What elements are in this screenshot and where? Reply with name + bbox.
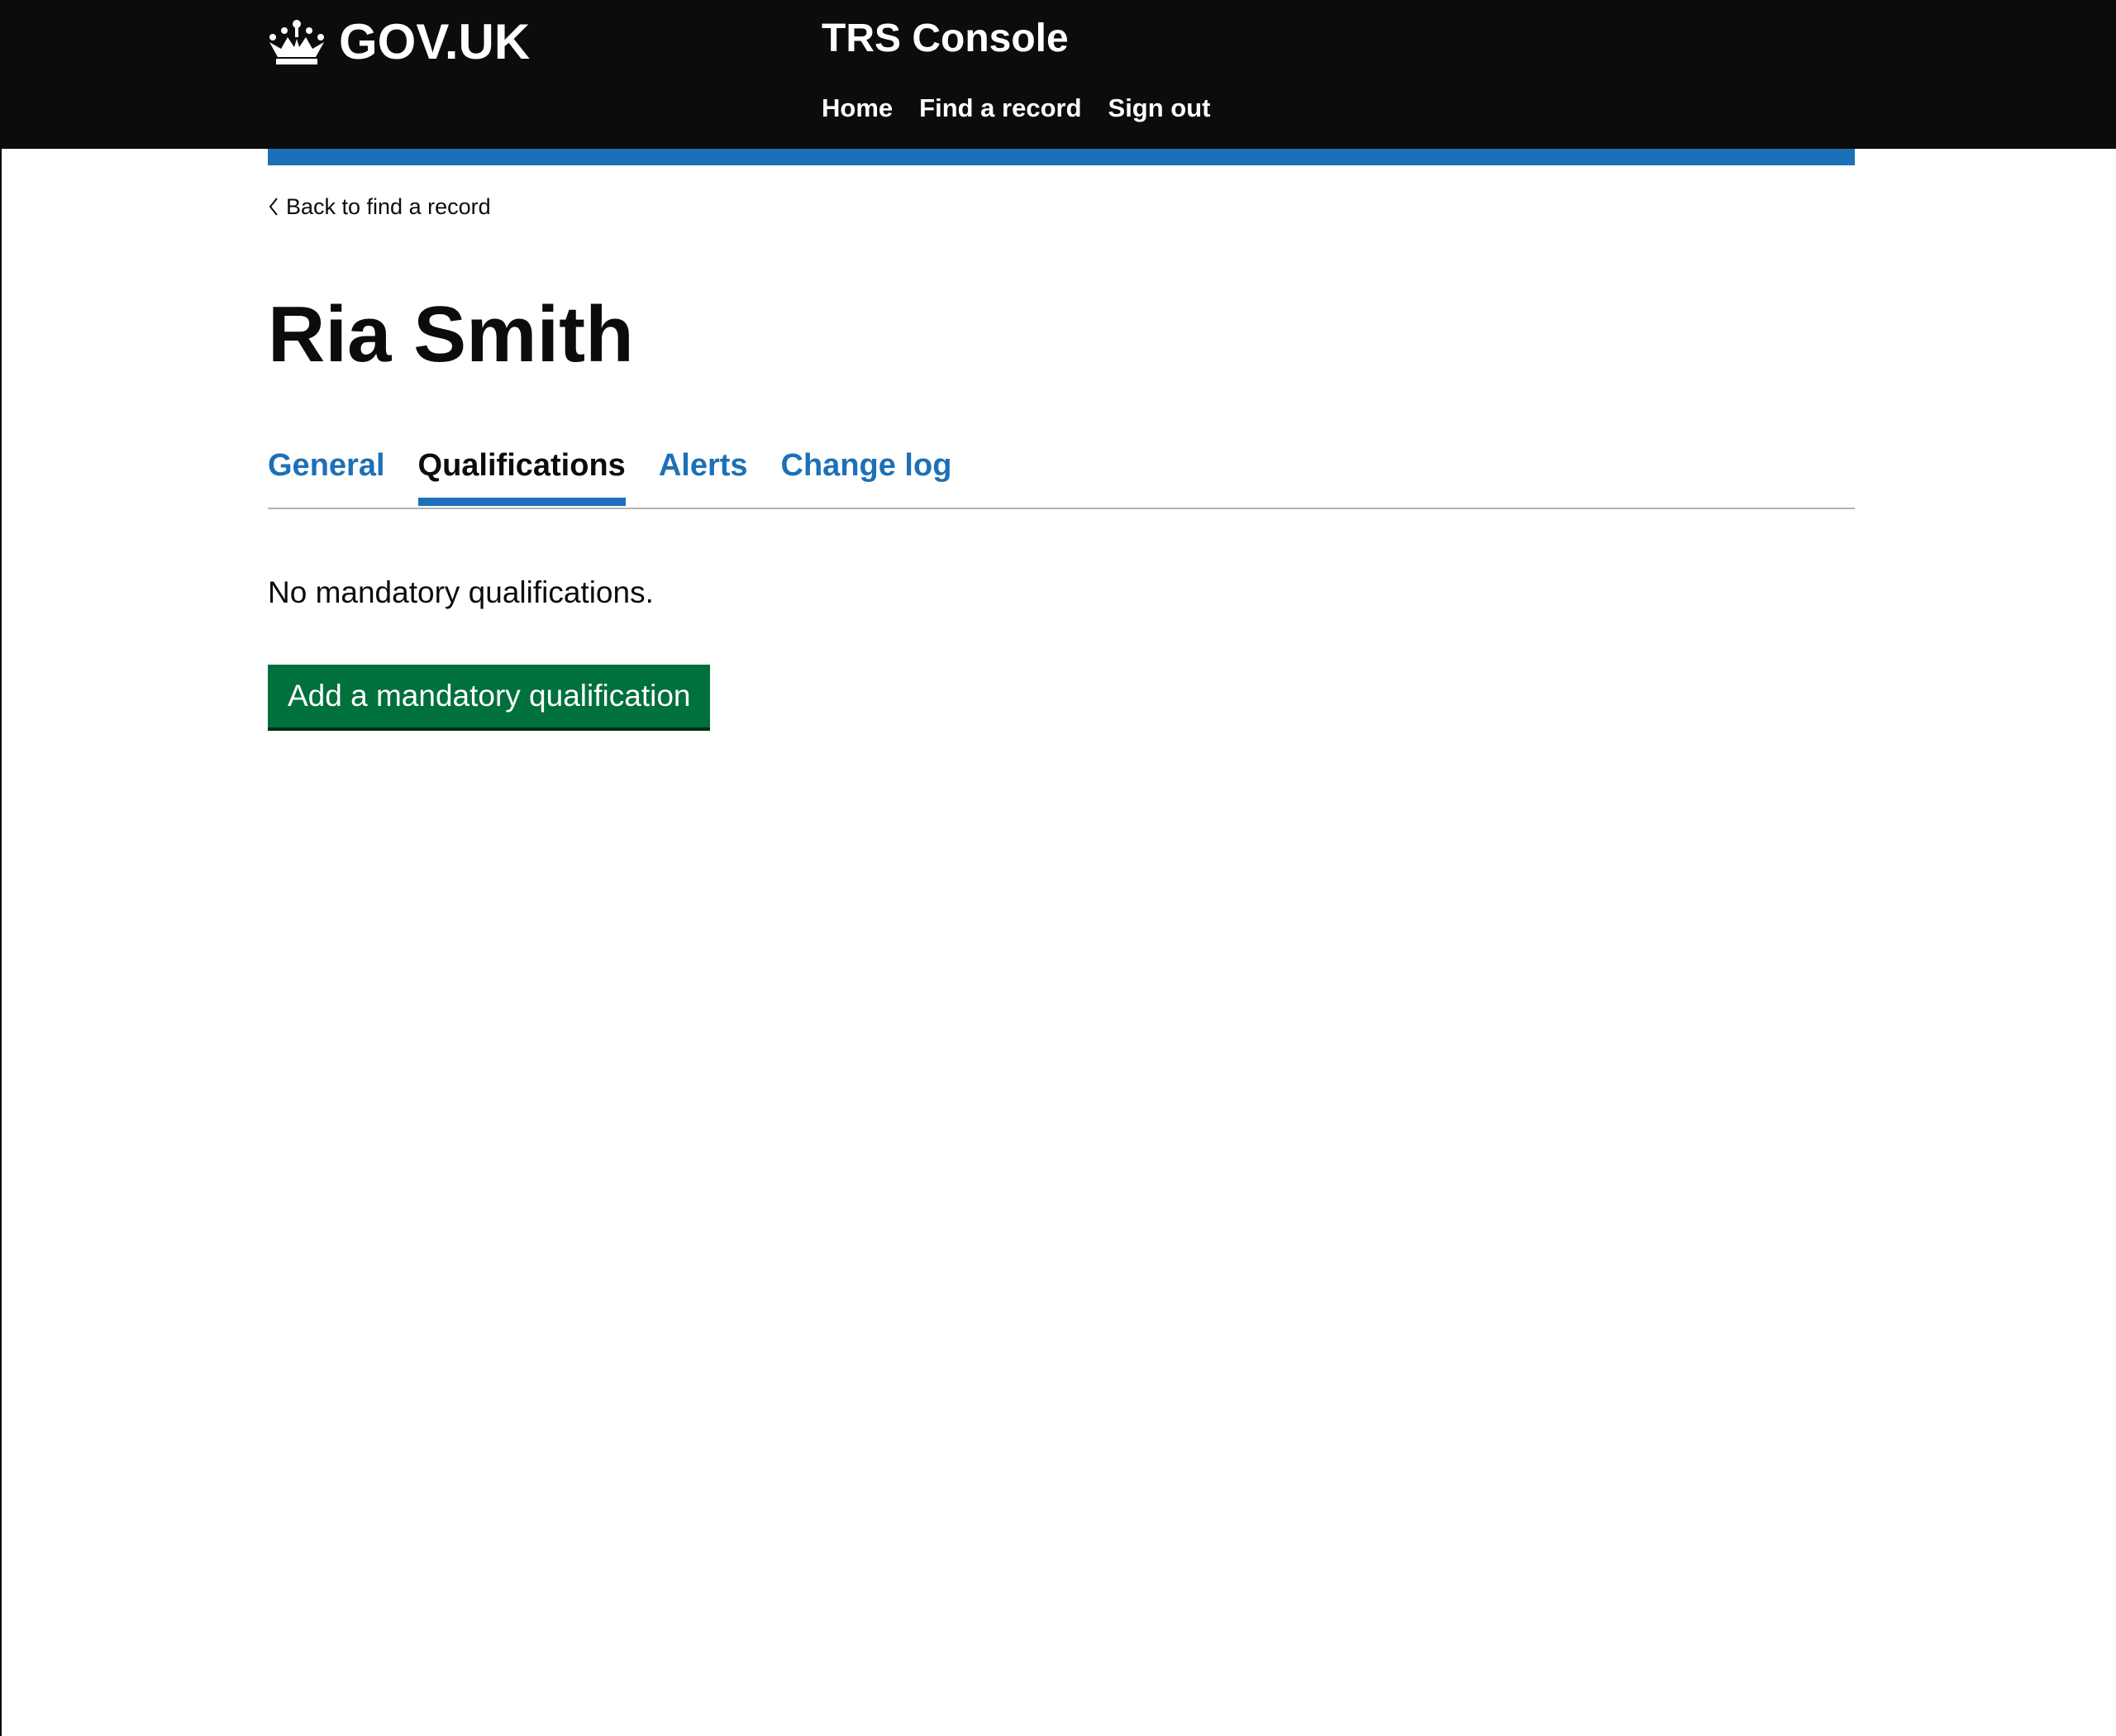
- site-header: GOV.UK TRS Console Home Find a record Si…: [2, 0, 2116, 149]
- add-mandatory-qualification-button[interactable]: Add a mandatory qualification: [268, 665, 711, 727]
- logo-text: GOV.UK: [339, 14, 531, 69]
- tab-alerts[interactable]: Alerts: [659, 438, 748, 493]
- header-navigation: Home Find a record Sign out: [822, 89, 1211, 127]
- header-accent-bar: [268, 149, 1855, 165]
- nav-find-a-record-link[interactable]: Find a record: [919, 89, 1081, 127]
- service-name-link[interactable]: TRS Console: [822, 15, 1069, 63]
- tab-change-log[interactable]: Change log: [781, 438, 952, 493]
- nav-sign-out-link[interactable]: Sign out: [1108, 89, 1211, 127]
- nav-home-link[interactable]: Home: [822, 89, 893, 127]
- page-title: Ria Smith: [268, 290, 634, 379]
- page: GOV.UK TRS Console Home Find a record Si…: [0, 0, 2116, 1736]
- back-link[interactable]: Back to find a record: [268, 192, 491, 222]
- crown-icon: [269, 20, 324, 64]
- govuk-logo-link[interactable]: GOV.UK: [266, 15, 530, 69]
- record-tabs: General Qualifications Alerts Change log: [268, 438, 1855, 509]
- empty-qualifications-message: No mandatory qualifications.: [268, 575, 654, 609]
- tab-qualifications[interactable]: Qualifications: [417, 438, 627, 506]
- chevron-left-icon: [269, 198, 278, 216]
- back-link-label: Back to find a record: [286, 194, 491, 219]
- tab-general[interactable]: General: [268, 438, 385, 493]
